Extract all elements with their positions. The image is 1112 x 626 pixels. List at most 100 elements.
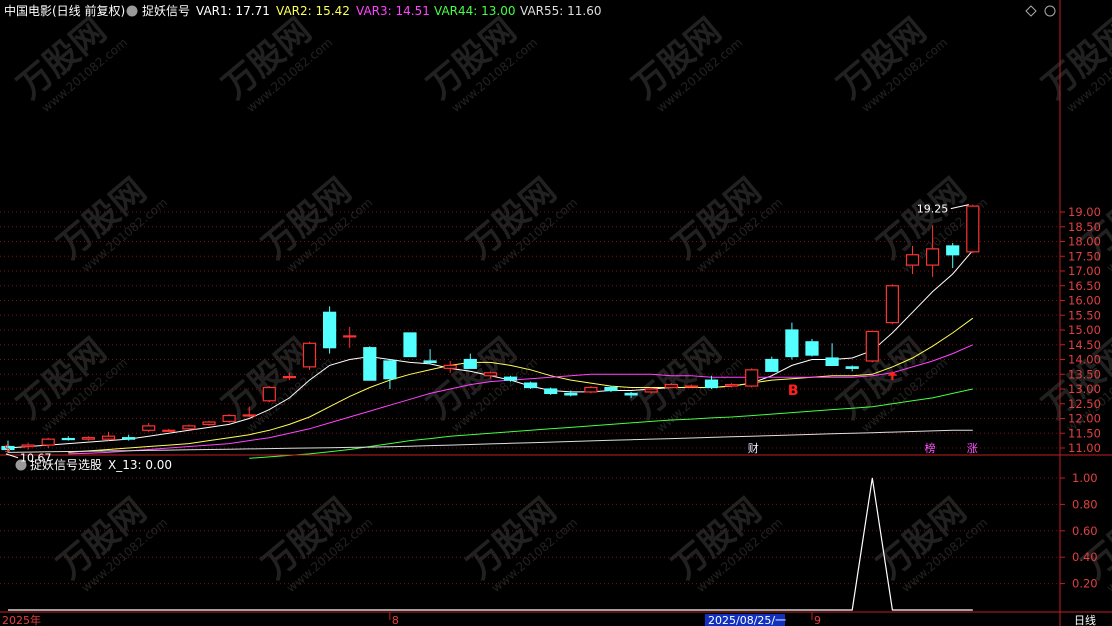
price-tick-label: 12.50: [1068, 397, 1101, 411]
candle-body: [81, 437, 96, 440]
stock-chart: 万股网www.201082.com 万股网www.201082.com 万股网www…: [0, 0, 1112, 626]
candle-body: [323, 311, 337, 349]
watermark-layer: 万股网www.201082.com 万股网www.201082.com 万股网www…: [10, 11, 1112, 595]
candle-body: [785, 329, 799, 358]
candle-body: [604, 386, 618, 392]
candle-body: [503, 376, 518, 381]
candle-body: [684, 385, 699, 388]
sub-tick-label: 0.80: [1072, 497, 1098, 511]
candle-body: [805, 341, 819, 356]
price-tick-label: 15.50: [1068, 308, 1101, 322]
watermark-tile: 万股网www.201082.com: [625, 331, 745, 435]
candle-body: [966, 205, 980, 253]
watermark-tile: 万股网www.201082.com: [460, 171, 580, 275]
price-tick-label: 14.50: [1068, 338, 1101, 352]
watermark-tile: 万股网www.201082.com: [10, 11, 130, 115]
candle-body: [825, 357, 839, 366]
b-signal-label: B: [788, 383, 799, 399]
candle-body: [905, 254, 920, 266]
min-price-label: 10.67: [20, 452, 52, 465]
candle-body: [302, 342, 317, 368]
stock-title: 中国电影(日线 前复权): [4, 3, 125, 18]
candle-body: [162, 429, 176, 432]
sub-indicator-value: X_13: 0.00: [108, 458, 172, 472]
price-tick-label: 18.00: [1068, 235, 1101, 249]
watermark-tile: 万股网www.201082.com: [830, 331, 950, 435]
candle-body: [946, 245, 960, 256]
candle-body: [443, 364, 457, 369]
indicator-name: 捉妖信号: [142, 3, 190, 18]
candle-body: [564, 392, 578, 396]
price-tick-label: 19.00: [1068, 205, 1101, 219]
candle-body: [845, 366, 859, 369]
candle-body: [363, 347, 377, 381]
candle-body: [925, 248, 940, 266]
price-tick-label: 17.50: [1068, 249, 1101, 263]
max-price-label: 19.25: [917, 203, 949, 216]
watermark-tile: 万股网www.201082.com: [255, 491, 375, 595]
candle-body: [745, 369, 759, 387]
watermark-tile: 万股网www.201082.com: [50, 171, 170, 275]
candle-body: [724, 383, 739, 387]
x-axis-label: 2025年: [2, 613, 41, 626]
watermark-tile: 万股网www.201082.com: [1035, 11, 1112, 115]
candle-body: [664, 383, 678, 389]
candle-body: [142, 425, 156, 431]
candle-body: [41, 438, 55, 446]
candle-body: [21, 444, 35, 448]
candle-body: [483, 372, 497, 377]
sub-tick-label: 0.40: [1072, 550, 1098, 564]
candle-body: [423, 360, 437, 364]
price-tick-label: 18.50: [1068, 220, 1101, 234]
candle-body: [182, 425, 196, 430]
candle-body: [202, 421, 216, 426]
watermark-tile: 万股网www.201082.com: [255, 171, 375, 275]
watermark-tile: 万股网www.201082.com: [420, 331, 540, 435]
price-tick-label: 14.00: [1068, 353, 1101, 367]
candle-body: [343, 335, 357, 338]
candle-body: [544, 388, 558, 395]
watermark-tile: 万股网www.201082.com: [625, 11, 745, 115]
settings-icon: [1044, 5, 1056, 17]
candle-body: [584, 386, 598, 393]
candle-body: [222, 414, 236, 423]
candle-body: [463, 358, 477, 369]
event-marker: 榜: [925, 441, 936, 455]
sub-tick-label: 0.60: [1072, 524, 1098, 538]
watermark-name: 万股网: [1035, 11, 1112, 107]
watermark-tile: 万股网www.201082.com: [420, 11, 540, 115]
indicator-value-0: VAR1: 17.71: [196, 4, 270, 18]
candle-body: [242, 414, 256, 417]
candle-body: [523, 382, 538, 389]
ma-line-var2: [68, 317, 974, 453]
watermark-tile: 万股网www.201082.com: [50, 491, 170, 595]
event-marker: $: [4, 442, 11, 455]
price-tick-label: 16.00: [1068, 294, 1101, 308]
price-tick-label: 11.00: [1068, 441, 1101, 455]
candle-body: [644, 388, 658, 393]
diamond-icon: [1025, 5, 1037, 17]
x-axis-label: 8: [392, 614, 399, 626]
sub-tick-label: 0.20: [1072, 577, 1098, 591]
date-cursor-label: 2025/08/25/一: [708, 614, 786, 626]
price-tick-label: 12.00: [1068, 412, 1101, 426]
indicator-value-4: VAR55: 11.60: [520, 4, 601, 18]
price-tick-label: 13.50: [1068, 367, 1101, 381]
candle-body: [403, 332, 417, 358]
x-axis-label: 9: [814, 614, 821, 626]
candle-body: [282, 376, 296, 379]
price-tick-label: 11.50: [1068, 426, 1101, 440]
candle-body: [383, 360, 397, 380]
indicator-value-1: VAR2: 15.42: [276, 4, 350, 18]
candle-body: [262, 386, 276, 402]
indicator-value-2: VAR3: 14.51: [356, 4, 430, 18]
event-marker: 财: [748, 441, 759, 455]
watermark-tile: 万股网www.201082.com: [10, 331, 130, 435]
watermark-tile: 万股网www.201082.com: [460, 491, 580, 595]
candle-body: [61, 437, 75, 441]
sub-tick-label: 1.00: [1072, 471, 1098, 485]
candle-body: [765, 358, 779, 372]
candle-body: [704, 379, 719, 389]
event-marker: 涨: [967, 442, 978, 455]
watermark-tile: 万股网www.201082.com: [215, 11, 335, 115]
